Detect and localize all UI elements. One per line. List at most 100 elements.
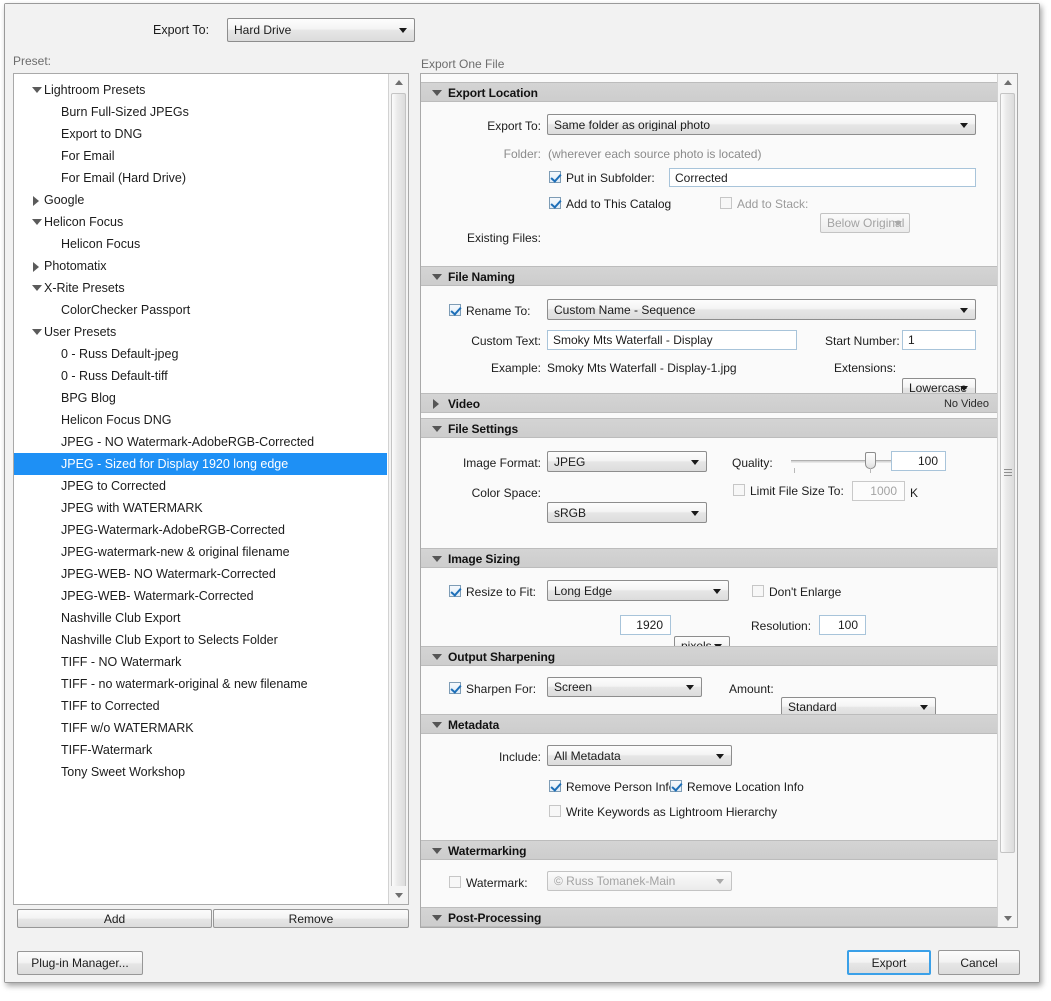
watermark-checkbox[interactable] bbox=[449, 876, 461, 888]
preset-item-label: Helicon Focus bbox=[61, 237, 141, 251]
color-space-dropdown[interactable]: sRGB bbox=[547, 502, 707, 523]
preset-list-item[interactable]: Helicon Focus bbox=[14, 233, 387, 255]
preset-list-item[interactable]: Nashville Club Export to Selects Folder bbox=[14, 629, 387, 651]
sharpen-for-dropdown[interactable]: Screen bbox=[547, 677, 702, 697]
preset-scrollbar[interactable] bbox=[388, 74, 408, 904]
preset-list-item[interactable]: JPEG-WEB- NO Watermark-Corrected bbox=[14, 563, 387, 585]
section-title: Video bbox=[448, 397, 480, 411]
resize-to-fit-checkbox[interactable] bbox=[449, 585, 461, 597]
triangle-down-icon[interactable] bbox=[32, 285, 42, 291]
preset-list-item[interactable]: Tony Sweet Workshop bbox=[14, 761, 387, 783]
limit-file-size-input[interactable]: 1000 bbox=[852, 481, 905, 501]
preset-list-item[interactable]: Export to DNG bbox=[14, 123, 387, 145]
preset-list-item[interactable]: For Email bbox=[14, 145, 387, 167]
add-preset-button[interactable]: Add bbox=[17, 909, 212, 928]
write-keywords-checkbox[interactable] bbox=[549, 805, 561, 817]
scroll-down-button[interactable] bbox=[389, 886, 408, 904]
preset-list-item[interactable]: Photomatix bbox=[14, 255, 387, 277]
resize-mode-dropdown[interactable]: Long Edge bbox=[547, 580, 729, 601]
rename-template-dropdown[interactable]: Custom Name - Sequence bbox=[547, 299, 976, 320]
preset-list-item[interactable]: 0 - Russ Default-tiff bbox=[14, 365, 387, 387]
scroll-thumb[interactable] bbox=[1000, 93, 1015, 853]
preset-list-item[interactable]: Burn Full-Sized JPEGs bbox=[14, 101, 387, 123]
cancel-button[interactable]: Cancel bbox=[938, 950, 1020, 975]
preset-list-item[interactable]: Google bbox=[14, 189, 387, 211]
preset-list-item[interactable]: Helicon Focus DNG bbox=[14, 409, 387, 431]
section-header-image-sizing[interactable]: Image Sizing bbox=[421, 548, 999, 568]
preset-list-item[interactable]: Lightroom Presets bbox=[14, 79, 387, 101]
preset-list-item[interactable]: JPEG with WATERMARK bbox=[14, 497, 387, 519]
preset-list-item[interactable]: 0 - Russ Default-jpeg bbox=[14, 343, 387, 365]
preset-item-label: For Email (Hard Drive) bbox=[61, 171, 187, 185]
quality-slider-handle[interactable] bbox=[865, 452, 876, 469]
preset-list-item[interactable]: JPEG - NO Watermark-AdobeRGB-Corrected bbox=[14, 431, 387, 453]
section-header-watermarking[interactable]: Watermarking bbox=[421, 840, 999, 860]
section-header-post-processing[interactable]: Post-Processing bbox=[421, 907, 999, 927]
preset-item-label: TIFF-Watermark bbox=[61, 743, 153, 757]
preset-list-item[interactable]: BPG Blog bbox=[14, 387, 387, 409]
scroll-thumb[interactable] bbox=[391, 93, 406, 893]
plugin-manager-button[interactable]: Plug-in Manager... bbox=[17, 951, 143, 975]
add-to-stack-checkbox[interactable] bbox=[720, 197, 732, 209]
add-to-catalog-checkbox[interactable] bbox=[549, 197, 561, 209]
preset-list-item[interactable]: JPEG-WEB- Watermark-Corrected bbox=[14, 585, 387, 607]
custom-text-input[interactable]: Smoky Mts Waterfall - Display bbox=[547, 330, 797, 350]
section-header-file-naming[interactable]: File Naming bbox=[421, 266, 999, 286]
dont-enlarge-checkbox[interactable] bbox=[752, 585, 764, 597]
export-to-folder-dropdown[interactable]: Same folder as original photo bbox=[547, 114, 976, 135]
preset-list-item[interactable]: For Email (Hard Drive) bbox=[14, 167, 387, 189]
settings-scrollbar[interactable] bbox=[997, 74, 1017, 927]
section-header-file-settings[interactable]: File Settings bbox=[421, 418, 999, 438]
remove-person-info-checkbox[interactable] bbox=[549, 780, 561, 792]
preset-tree[interactable]: Lightroom Presets Burn Full-Sized JPEGs Ex… bbox=[14, 79, 387, 783]
preset-list-item[interactable]: Nashville Club Export bbox=[14, 607, 387, 629]
triangle-down-icon[interactable] bbox=[32, 329, 42, 335]
triangle-down-icon[interactable] bbox=[32, 87, 42, 93]
start-number-input[interactable]: 1 bbox=[902, 330, 976, 350]
section-header-metadata[interactable]: Metadata bbox=[421, 714, 999, 734]
preset-list-item[interactable]: ColorChecker Passport bbox=[14, 299, 387, 321]
export-to-destination-dropdown[interactable]: Hard Drive bbox=[227, 18, 415, 42]
preset-list-item[interactable]: User Presets bbox=[14, 321, 387, 343]
section-header-export-location[interactable]: Export Location bbox=[421, 82, 999, 102]
preset-list-item[interactable]: TIFF to Corrected bbox=[14, 695, 387, 717]
chevron-down-icon bbox=[686, 685, 694, 690]
limit-file-size-label: Limit File Size To: bbox=[750, 484, 844, 498]
rename-to-checkbox[interactable] bbox=[449, 304, 461, 316]
image-format-dropdown[interactable]: JPEG bbox=[547, 451, 707, 472]
preset-list-item[interactable]: JPEG-watermark-new & original filename bbox=[14, 541, 387, 563]
sharpen-for-checkbox[interactable] bbox=[449, 682, 461, 694]
limit-file-size-checkbox[interactable] bbox=[733, 484, 745, 496]
preset-list-item[interactable]: TIFF - no watermark-original & new filen… bbox=[14, 673, 387, 695]
stack-position-dropdown[interactable]: Below Original bbox=[820, 213, 910, 233]
watermark-preset-dropdown[interactable]: © Russ Tomanek-Main bbox=[547, 871, 732, 891]
remove-preset-button[interactable]: Remove bbox=[213, 909, 409, 928]
preset-list-item[interactable]: TIFF-Watermark bbox=[14, 739, 387, 761]
size-value-input[interactable]: 1920 bbox=[620, 615, 671, 635]
preset-list-item[interactable]: JPEG-Watermark-AdobeRGB-Corrected bbox=[14, 519, 387, 541]
section-header-output-sharpening[interactable]: Output Sharpening bbox=[421, 646, 999, 666]
preset-list-item[interactable]: JPEG - Sized for Display 1920 long edge bbox=[14, 453, 387, 475]
remove-location-info-checkbox[interactable] bbox=[670, 780, 682, 792]
preset-item-label: BPG Blog bbox=[61, 391, 116, 405]
scroll-up-button[interactable] bbox=[998, 74, 1017, 92]
quality-value-input[interactable]: 100 bbox=[891, 451, 946, 471]
export-button[interactable]: Export bbox=[847, 950, 931, 975]
scroll-down-button[interactable] bbox=[998, 909, 1017, 927]
triangle-right-icon[interactable] bbox=[33, 196, 39, 206]
subfolder-name-input[interactable]: Corrected bbox=[669, 168, 976, 187]
chevron-down-icon bbox=[716, 879, 724, 884]
preset-list-item[interactable]: JPEG to Corrected bbox=[14, 475, 387, 497]
preset-list-item[interactable]: X-Rite Presets bbox=[14, 277, 387, 299]
triangle-down-icon[interactable] bbox=[32, 219, 42, 225]
metadata-include-dropdown[interactable]: All Metadata bbox=[547, 745, 732, 766]
resolution-value-input[interactable]: 100 bbox=[819, 615, 866, 635]
preset-list-item[interactable]: TIFF w/o WATERMARK bbox=[14, 717, 387, 739]
quality-slider-track[interactable] bbox=[791, 460, 891, 463]
triangle-right-icon[interactable] bbox=[33, 262, 39, 272]
put-in-subfolder-checkbox[interactable] bbox=[549, 171, 561, 183]
preset-list-item[interactable]: TIFF - NO Watermark bbox=[14, 651, 387, 673]
section-header-video[interactable]: Video No Video bbox=[421, 393, 999, 413]
scroll-up-button[interactable] bbox=[389, 74, 408, 92]
preset-list-item[interactable]: Helicon Focus bbox=[14, 211, 387, 233]
